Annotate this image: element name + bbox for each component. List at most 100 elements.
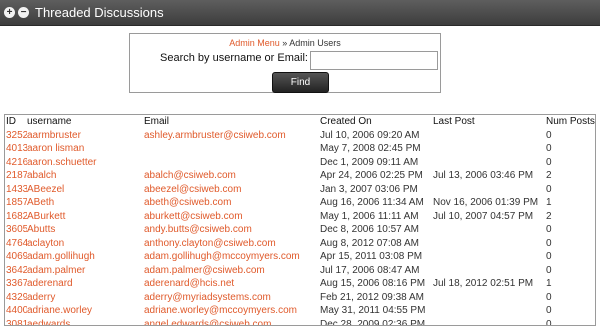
column-header-email[interactable]: Email [144,115,320,129]
cell-username[interactable]: ABurkett [27,210,144,224]
collapse-icon[interactable]: − [18,7,29,18]
cell-id[interactable]: 4764 [5,237,27,251]
cell-email[interactable]: aderenard@hcis.net [144,277,320,291]
cell-num-posts: 0 [546,304,595,318]
breadcrumb-separator: » [282,38,287,48]
cell-last-post [433,237,546,251]
users-table-panel: ID username Email Created On Last Post N… [4,114,596,326]
cell-created-on: Apr 15, 2011 03:08 PM [320,250,433,264]
cell-id[interactable]: 4329 [5,291,27,305]
cell-username[interactable]: aderenard [27,277,144,291]
cell-email[interactable]: anthony.clayton@csiweb.com [144,237,320,251]
cell-last-post [433,183,546,197]
cell-id[interactable]: 4069 [5,250,27,264]
cell-email[interactable]: adriane.worley@mccoymyers.com [144,304,320,318]
cell-id[interactable]: 1682 [5,210,27,224]
cell-last-post [433,223,546,237]
cell-last-post [433,129,546,143]
search-label: Search by username or Email: [160,52,308,64]
cell-username[interactable]: aarmbruster [27,129,144,143]
cell-num-posts: 0 [546,183,595,197]
cell-num-posts: 1 [546,196,595,210]
cell-created-on: May 7, 2008 02:45 PM [320,142,433,156]
cell-num-posts: 0 [546,223,595,237]
cell-id[interactable]: 1433 [5,183,27,197]
cell-username[interactable]: aderry [27,291,144,305]
breadcrumb: Admin Menu » Admin Users [130,38,440,48]
table-row: 2187abalchabalch@csiweb.comApr 24, 2006 … [5,169,595,183]
cell-last-post [433,318,546,326]
table-row: 1433ABeezelabeezel@csiweb.comJan 3, 2007… [5,183,595,197]
cell-username[interactable]: aaron.schuetter [27,156,144,170]
table-row: 4069adam.gollihughadam.gollihugh@mccoymy… [5,250,595,264]
cell-last-post: Nov 16, 2006 01:39 PM [433,196,546,210]
table-row: 4400adriane.worleyadriane.worley@mccoymy… [5,304,595,318]
cell-username[interactable]: adam.gollihugh [27,250,144,264]
column-header-num-posts[interactable]: Num Posts [546,115,595,129]
cell-num-posts: 0 [546,264,595,278]
cell-id[interactable]: 3605 [5,223,27,237]
cell-email[interactable]: adam.palmer@csiweb.com [144,264,320,278]
cell-created-on: May 1, 2006 11:11 AM [320,210,433,224]
find-button[interactable]: Find [272,72,329,93]
cell-id[interactable]: 3367 [5,277,27,291]
column-header-created-on[interactable]: Created On [320,115,433,129]
cell-num-posts: 0 [546,129,595,143]
cell-email[interactable] [144,142,320,156]
cell-num-posts: 0 [546,291,595,305]
cell-last-post: Jul 13, 2006 03:46 PM [433,169,546,183]
cell-num-posts: 0 [546,250,595,264]
cell-num-posts: 2 [546,169,595,183]
cell-username[interactable]: adriane.worley [27,304,144,318]
cell-username[interactable]: aclayton [27,237,144,251]
search-input[interactable] [310,51,438,70]
cell-username[interactable]: Abutts [27,223,144,237]
cell-created-on: Apr 24, 2006 02:25 PM [320,169,433,183]
cell-id[interactable]: 4216 [5,156,27,170]
panel-title: Threaded Discussions [35,5,164,20]
cell-num-posts: 0 [546,142,595,156]
cell-num-posts: 1 [546,277,595,291]
cell-id[interactable]: 3081 [5,318,27,326]
cell-created-on: Jul 17, 2006 08:47 AM [320,264,433,278]
cell-id[interactable]: 3642 [5,264,27,278]
column-header-username[interactable]: username [27,115,144,129]
cell-id[interactable]: 3252 [5,129,27,143]
cell-id[interactable]: 4400 [5,304,27,318]
cell-id[interactable]: 1857 [5,196,27,210]
table-row: 1857ABethabeth@csiweb.comAug 16, 2006 11… [5,196,595,210]
cell-email[interactable]: abeth@csiweb.com [144,196,320,210]
cell-username[interactable]: aaron lisman [27,142,144,156]
cell-num-posts: 0 [546,237,595,251]
cell-email[interactable]: abalch@csiweb.com [144,169,320,183]
cell-username[interactable]: adam.palmer [27,264,144,278]
cell-email[interactable]: aburkett@csiweb.com [144,210,320,224]
column-header-last-post[interactable]: Last Post [433,115,546,129]
cell-created-on: Dec 8, 2006 10:57 AM [320,223,433,237]
cell-email[interactable]: angel.edwards@csiweb.com [144,318,320,326]
cell-username[interactable]: aedwards [27,318,144,326]
cell-email[interactable]: aderry@myriadsystems.com [144,291,320,305]
cell-username[interactable]: ABeth [27,196,144,210]
cell-username[interactable]: abalch [27,169,144,183]
expand-icon[interactable]: + [4,7,15,18]
cell-email[interactable]: ashley.armbruster@csiweb.com [144,129,320,143]
cell-num-posts: 2 [546,210,595,224]
cell-id[interactable]: 2187 [5,169,27,183]
table-row: 3252aarmbrusterashley.armbruster@csiweb.… [5,129,595,143]
cell-created-on: Jul 10, 2006 09:20 AM [320,129,433,143]
table-row: 4216aaron.schuetterDec 1, 2009 09:11 AM0 [5,156,595,170]
cell-id[interactable]: 4013 [5,142,27,156]
table-row: 3367aderenardaderenard@hcis.netAug 15, 2… [5,277,595,291]
column-header-id[interactable]: ID [5,115,27,129]
table-row: 4329aderryaderry@myriadsystems.comFeb 21… [5,291,595,305]
cell-created-on: Dec 1, 2009 09:11 AM [320,156,433,170]
cell-last-post: Jul 10, 2007 04:57 PM [433,210,546,224]
cell-username[interactable]: ABeezel [27,183,144,197]
cell-email[interactable]: andy.butts@csiweb.com [144,223,320,237]
cell-email[interactable] [144,156,320,170]
cell-created-on: Dec 28, 2009 02:36 PM [320,318,433,326]
cell-email[interactable]: abeezel@csiweb.com [144,183,320,197]
cell-email[interactable]: adam.gollihugh@mccoymyers.com [144,250,320,264]
breadcrumb-admin-menu-link[interactable]: Admin Menu [229,38,280,48]
